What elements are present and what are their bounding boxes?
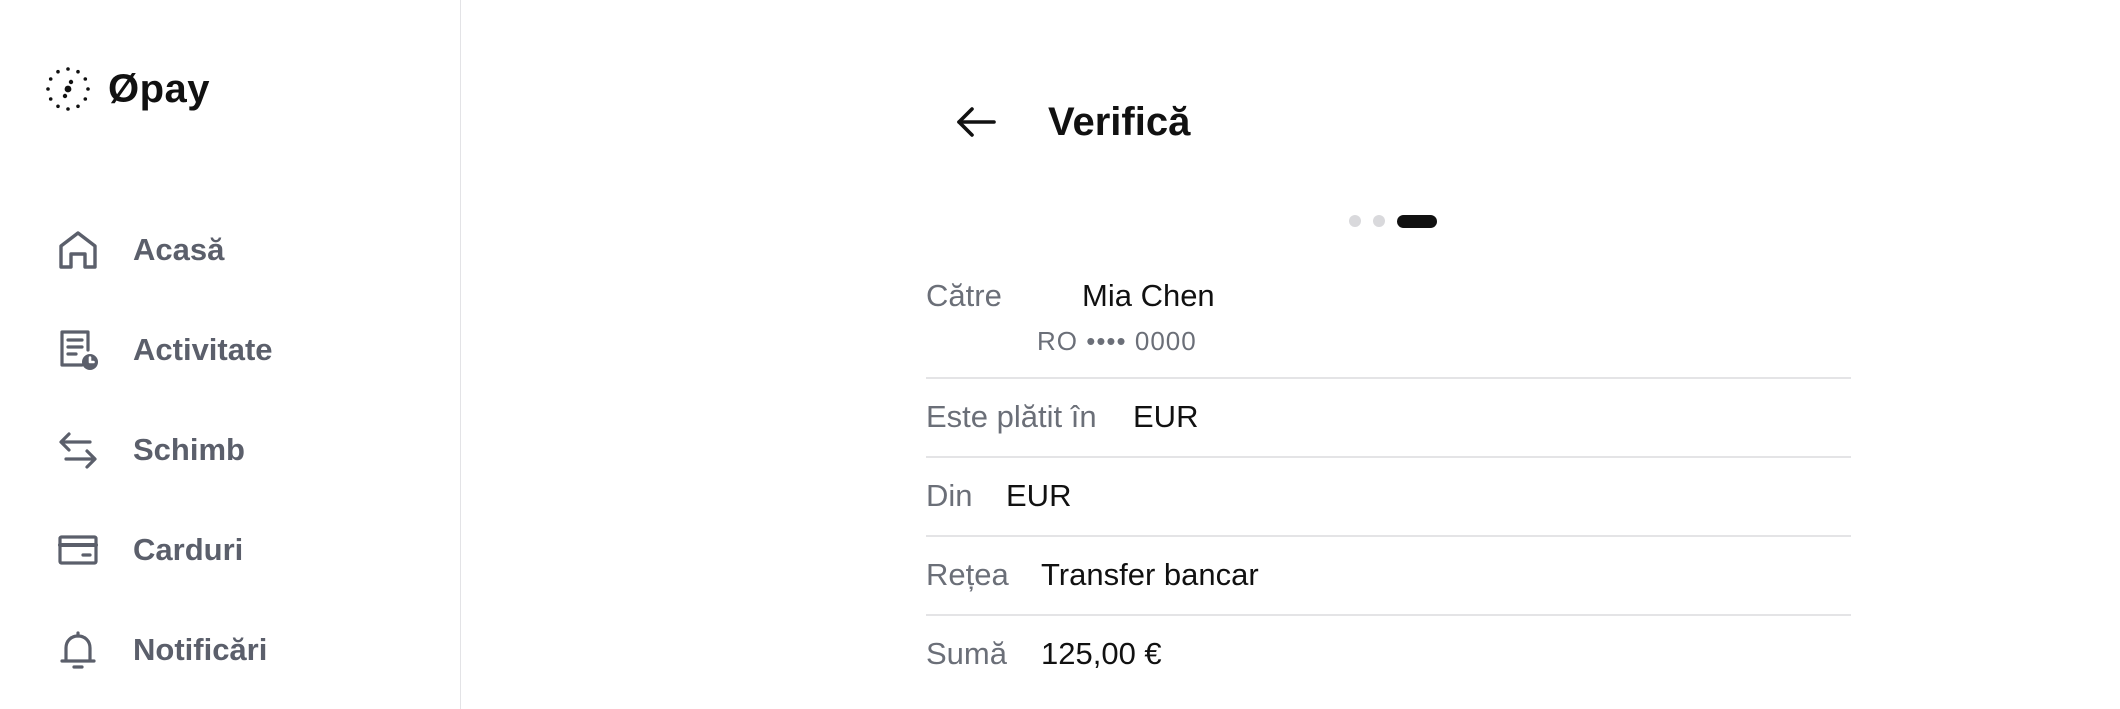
- brand-name: Øpay: [108, 66, 211, 111]
- step-dot-3-active: [1397, 214, 1437, 228]
- app: Øpay Acasă Activitate Schimb Carduri Not…: [0, 0, 2120, 709]
- from-label: Din: [926, 478, 973, 513]
- paid-in-row: Este plătit în EUR: [926, 379, 1851, 458]
- sidebar-item-home[interactable]: Acasă: [0, 200, 460, 300]
- from-row: Din EUR: [926, 458, 1851, 537]
- page-header: Verifică: [949, 90, 1190, 154]
- recipient-account: RO •••• 0000: [1037, 326, 1197, 356]
- sidebar: Øpay Acasă Activitate Schimb Carduri Not…: [0, 0, 461, 709]
- back-button[interactable]: [949, 95, 1003, 149]
- from-value: EUR: [1006, 478, 1072, 513]
- amount-row: Sumă 125,00 €: [926, 616, 1851, 695]
- sidebar-item-cards[interactable]: Carduri: [0, 500, 460, 600]
- sidebar-item-exchange[interactable]: Schimb: [0, 400, 460, 500]
- arrow-left-icon: [957, 107, 996, 137]
- amount-label: Sumă: [926, 636, 1007, 671]
- bell-icon: [54, 626, 102, 674]
- paid-in-label: Este plătit în: [926, 399, 1097, 434]
- main-content: Verifică Către Mia Chen RO •••• 0000 Est…: [461, 0, 2120, 709]
- logo-icon: [46, 67, 90, 111]
- sidebar-item-notifications[interactable]: Notificări: [0, 600, 460, 700]
- network-value: Transfer bancar: [1041, 557, 1259, 592]
- sidebar-nav: Acasă Activitate Schimb Carduri Notifică…: [0, 200, 460, 700]
- network-label: Rețea: [926, 557, 1009, 592]
- activity-icon: [54, 326, 102, 374]
- exchange-icon: [54, 426, 102, 474]
- page-title: Verifică: [1048, 99, 1191, 144]
- amount-value: 125,00 €: [1041, 636, 1162, 671]
- network-row: Rețea Transfer bancar: [926, 537, 1851, 616]
- brand-logo[interactable]: Øpay: [44, 62, 210, 116]
- sidebar-item-label: Schimb: [133, 432, 245, 467]
- step-dot-2: [1373, 215, 1385, 227]
- review-details: Către Mia Chen RO •••• 0000 Este plătit …: [926, 260, 1851, 695]
- home-icon: [54, 226, 102, 274]
- step-indicator: [1349, 214, 1437, 228]
- sidebar-item-label: Acasă: [133, 232, 225, 267]
- card-icon: [54, 526, 102, 574]
- paid-in-value: EUR: [1133, 399, 1199, 434]
- step-dot-1: [1349, 215, 1361, 227]
- sidebar-item-label: Carduri: [133, 532, 244, 567]
- sidebar-item-label: Notificări: [133, 632, 268, 667]
- recipient-name: Mia Chen: [1082, 278, 1215, 313]
- recipient-row: Către Mia Chen RO •••• 0000: [926, 260, 1851, 379]
- sidebar-item-activity[interactable]: Activitate: [0, 300, 460, 400]
- sidebar-item-label: Activitate: [133, 332, 273, 367]
- recipient-label: Către: [926, 278, 1002, 313]
